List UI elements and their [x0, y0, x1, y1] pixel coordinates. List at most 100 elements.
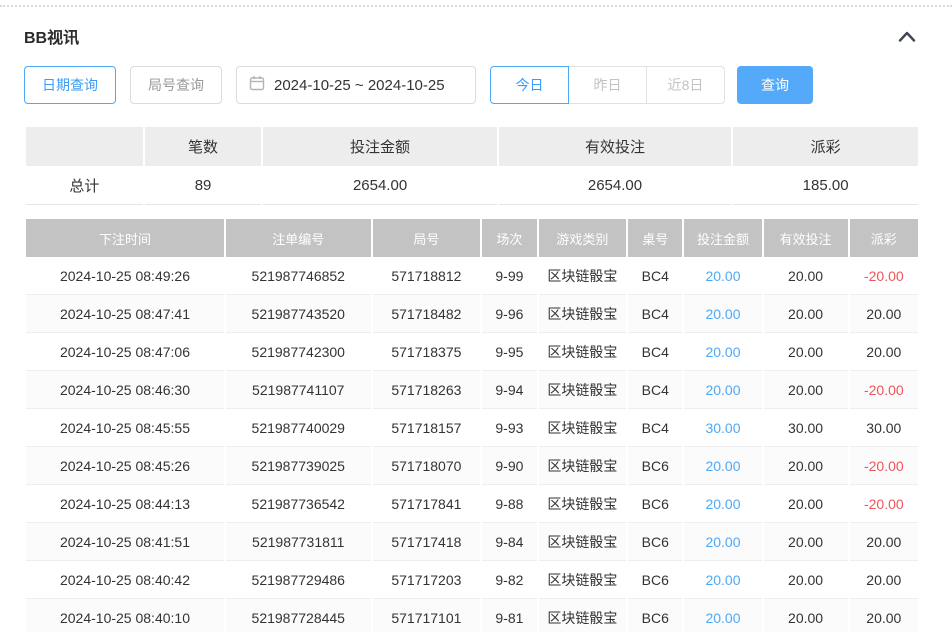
valid-bet-cell: 20.00: [764, 523, 848, 561]
quick-range-group: 今日 昨日 近8日: [490, 66, 725, 104]
valid-bet-cell: 20.00: [764, 295, 848, 333]
round-id-cell: 571717418: [373, 523, 481, 561]
summary-payout-value: 185.00: [733, 166, 918, 205]
summary-header-payout: 派彩: [733, 127, 918, 166]
bet-amount-link[interactable]: 20.00: [684, 523, 761, 561]
summary-total-row: 总计 89 2654.00 2654.00 185.00: [26, 166, 918, 205]
header-bet-time: 下注时间: [26, 219, 224, 257]
round-id-cell: 571717841: [373, 485, 481, 523]
bet-time-cell: 2024-10-25 08:46:30: [26, 371, 224, 409]
search-button[interactable]: 查询: [737, 66, 813, 104]
valid-bet-cell: 20.00: [764, 371, 848, 409]
chevron-up-icon: [898, 30, 916, 45]
panel-header: BB视讯: [24, 7, 920, 65]
payout-cell: 20.00: [850, 561, 918, 599]
session-cell: 9-82: [482, 561, 536, 599]
valid-bet-cell: 20.00: [764, 599, 848, 632]
panel-title: BB视讯: [24, 24, 79, 48]
bet-time-cell: 2024-10-25 08:49:26: [26, 257, 224, 295]
header-payout: 派彩: [850, 219, 918, 257]
valid-bet-cell: 20.00: [764, 561, 848, 599]
valid-bet-cell: 20.00: [764, 447, 848, 485]
payout-cell: 20.00: [850, 599, 918, 632]
bet-amount-link[interactable]: 20.00: [684, 561, 761, 599]
header-game-type: 游戏类别: [539, 219, 627, 257]
header-table-no: 桌号: [628, 219, 682, 257]
session-cell: 9-84: [482, 523, 536, 561]
bet-id-cell: 521987728445: [226, 599, 371, 632]
session-cell: 9-99: [482, 257, 536, 295]
payout-cell: -20.00: [850, 485, 918, 523]
bet-time-cell: 2024-10-25 08:45:26: [26, 447, 224, 485]
bet-time-cell: 2024-10-25 08:47:41: [26, 295, 224, 333]
header-session: 场次: [482, 219, 536, 257]
round-id-cell: 571718070: [373, 447, 481, 485]
table-no-cell: BC4: [628, 333, 682, 371]
game-type-cell: 区块链骰宝: [539, 561, 627, 599]
payout-cell: -20.00: [850, 447, 918, 485]
table-row: 2024-10-25 08:49:26 521987746852 5717188…: [26, 257, 918, 295]
bet-id-cell: 521987729486: [226, 561, 371, 599]
session-cell: 9-81: [482, 599, 536, 632]
calendar-icon: [249, 75, 265, 95]
bet-id-cell: 521987746852: [226, 257, 371, 295]
bet-amount-link[interactable]: 20.00: [684, 257, 761, 295]
session-cell: 9-94: [482, 371, 536, 409]
round-id-cell: 571717203: [373, 561, 481, 599]
payout-cell: -20.00: [850, 371, 918, 409]
bet-amount-link[interactable]: 20.00: [684, 447, 761, 485]
today-button[interactable]: 今日: [490, 66, 569, 104]
last-8-days-button[interactable]: 近8日: [646, 66, 725, 104]
table-no-cell: BC4: [628, 295, 682, 333]
header-bet-id: 注单编号: [226, 219, 371, 257]
date-range-input[interactable]: 2024-10-25 ~ 2024-10-25: [236, 66, 476, 104]
game-type-cell: 区块链骰宝: [539, 409, 627, 447]
date-query-button[interactable]: 日期查询: [24, 66, 116, 104]
round-query-button[interactable]: 局号查询: [130, 66, 222, 104]
summary-header-valid-bet: 有效投注: [499, 127, 731, 166]
payout-cell: 20.00: [850, 523, 918, 561]
bet-time-cell: 2024-10-25 08:47:06: [26, 333, 224, 371]
game-type-cell: 区块链骰宝: [539, 295, 627, 333]
header-valid-bet: 有效投注: [764, 219, 848, 257]
bet-amount-link[interactable]: 20.00: [684, 599, 761, 632]
round-id-cell: 571718263: [373, 371, 481, 409]
round-id-cell: 571718812: [373, 257, 481, 295]
summary-total-label: 总计: [26, 166, 143, 205]
table-row: 2024-10-25 08:40:42 521987729486 5717172…: [26, 561, 918, 599]
round-id-cell: 571717101: [373, 599, 481, 632]
summary-table: 笔数 投注金额 有效投注 派彩 总计 89 2654.00 2654.00 18…: [24, 127, 920, 205]
bet-time-cell: 2024-10-25 08:44:13: [26, 485, 224, 523]
game-type-cell: 区块链骰宝: [539, 485, 627, 523]
valid-bet-cell: 20.00: [764, 333, 848, 371]
game-type-cell: 区块链骰宝: [539, 333, 627, 371]
payout-cell: 20.00: [850, 295, 918, 333]
table-no-cell: BC4: [628, 257, 682, 295]
bet-time-cell: 2024-10-25 08:45:55: [26, 409, 224, 447]
summary-header-blank: [26, 127, 143, 166]
summary-bet-amount-value: 2654.00: [263, 166, 496, 205]
bet-id-cell: 521987740029: [226, 409, 371, 447]
table-no-cell: BC6: [628, 485, 682, 523]
table-no-cell: BC6: [628, 523, 682, 561]
valid-bet-cell: 20.00: [764, 485, 848, 523]
table-no-cell: BC4: [628, 371, 682, 409]
payout-cell: 30.00: [850, 409, 918, 447]
bet-amount-link[interactable]: 20.00: [684, 333, 761, 371]
bet-amount-link[interactable]: 30.00: [684, 409, 761, 447]
valid-bet-cell: 20.00: [764, 257, 848, 295]
table-no-cell: BC6: [628, 447, 682, 485]
collapse-button[interactable]: [894, 27, 920, 46]
table-row: 2024-10-25 08:40:10 521987728445 5717171…: [26, 599, 918, 632]
table-no-cell: BC6: [628, 599, 682, 632]
bet-amount-link[interactable]: 20.00: [684, 295, 761, 333]
session-cell: 9-88: [482, 485, 536, 523]
table-row: 2024-10-25 08:47:06 521987742300 5717183…: [26, 333, 918, 371]
yesterday-button[interactable]: 昨日: [568, 66, 647, 104]
header-bet-amount: 投注金额: [684, 219, 761, 257]
bet-amount-link[interactable]: 20.00: [684, 485, 761, 523]
table-no-cell: BC4: [628, 409, 682, 447]
round-id-cell: 571718157: [373, 409, 481, 447]
bet-amount-link[interactable]: 20.00: [684, 371, 761, 409]
bet-id-cell: 521987739025: [226, 447, 371, 485]
